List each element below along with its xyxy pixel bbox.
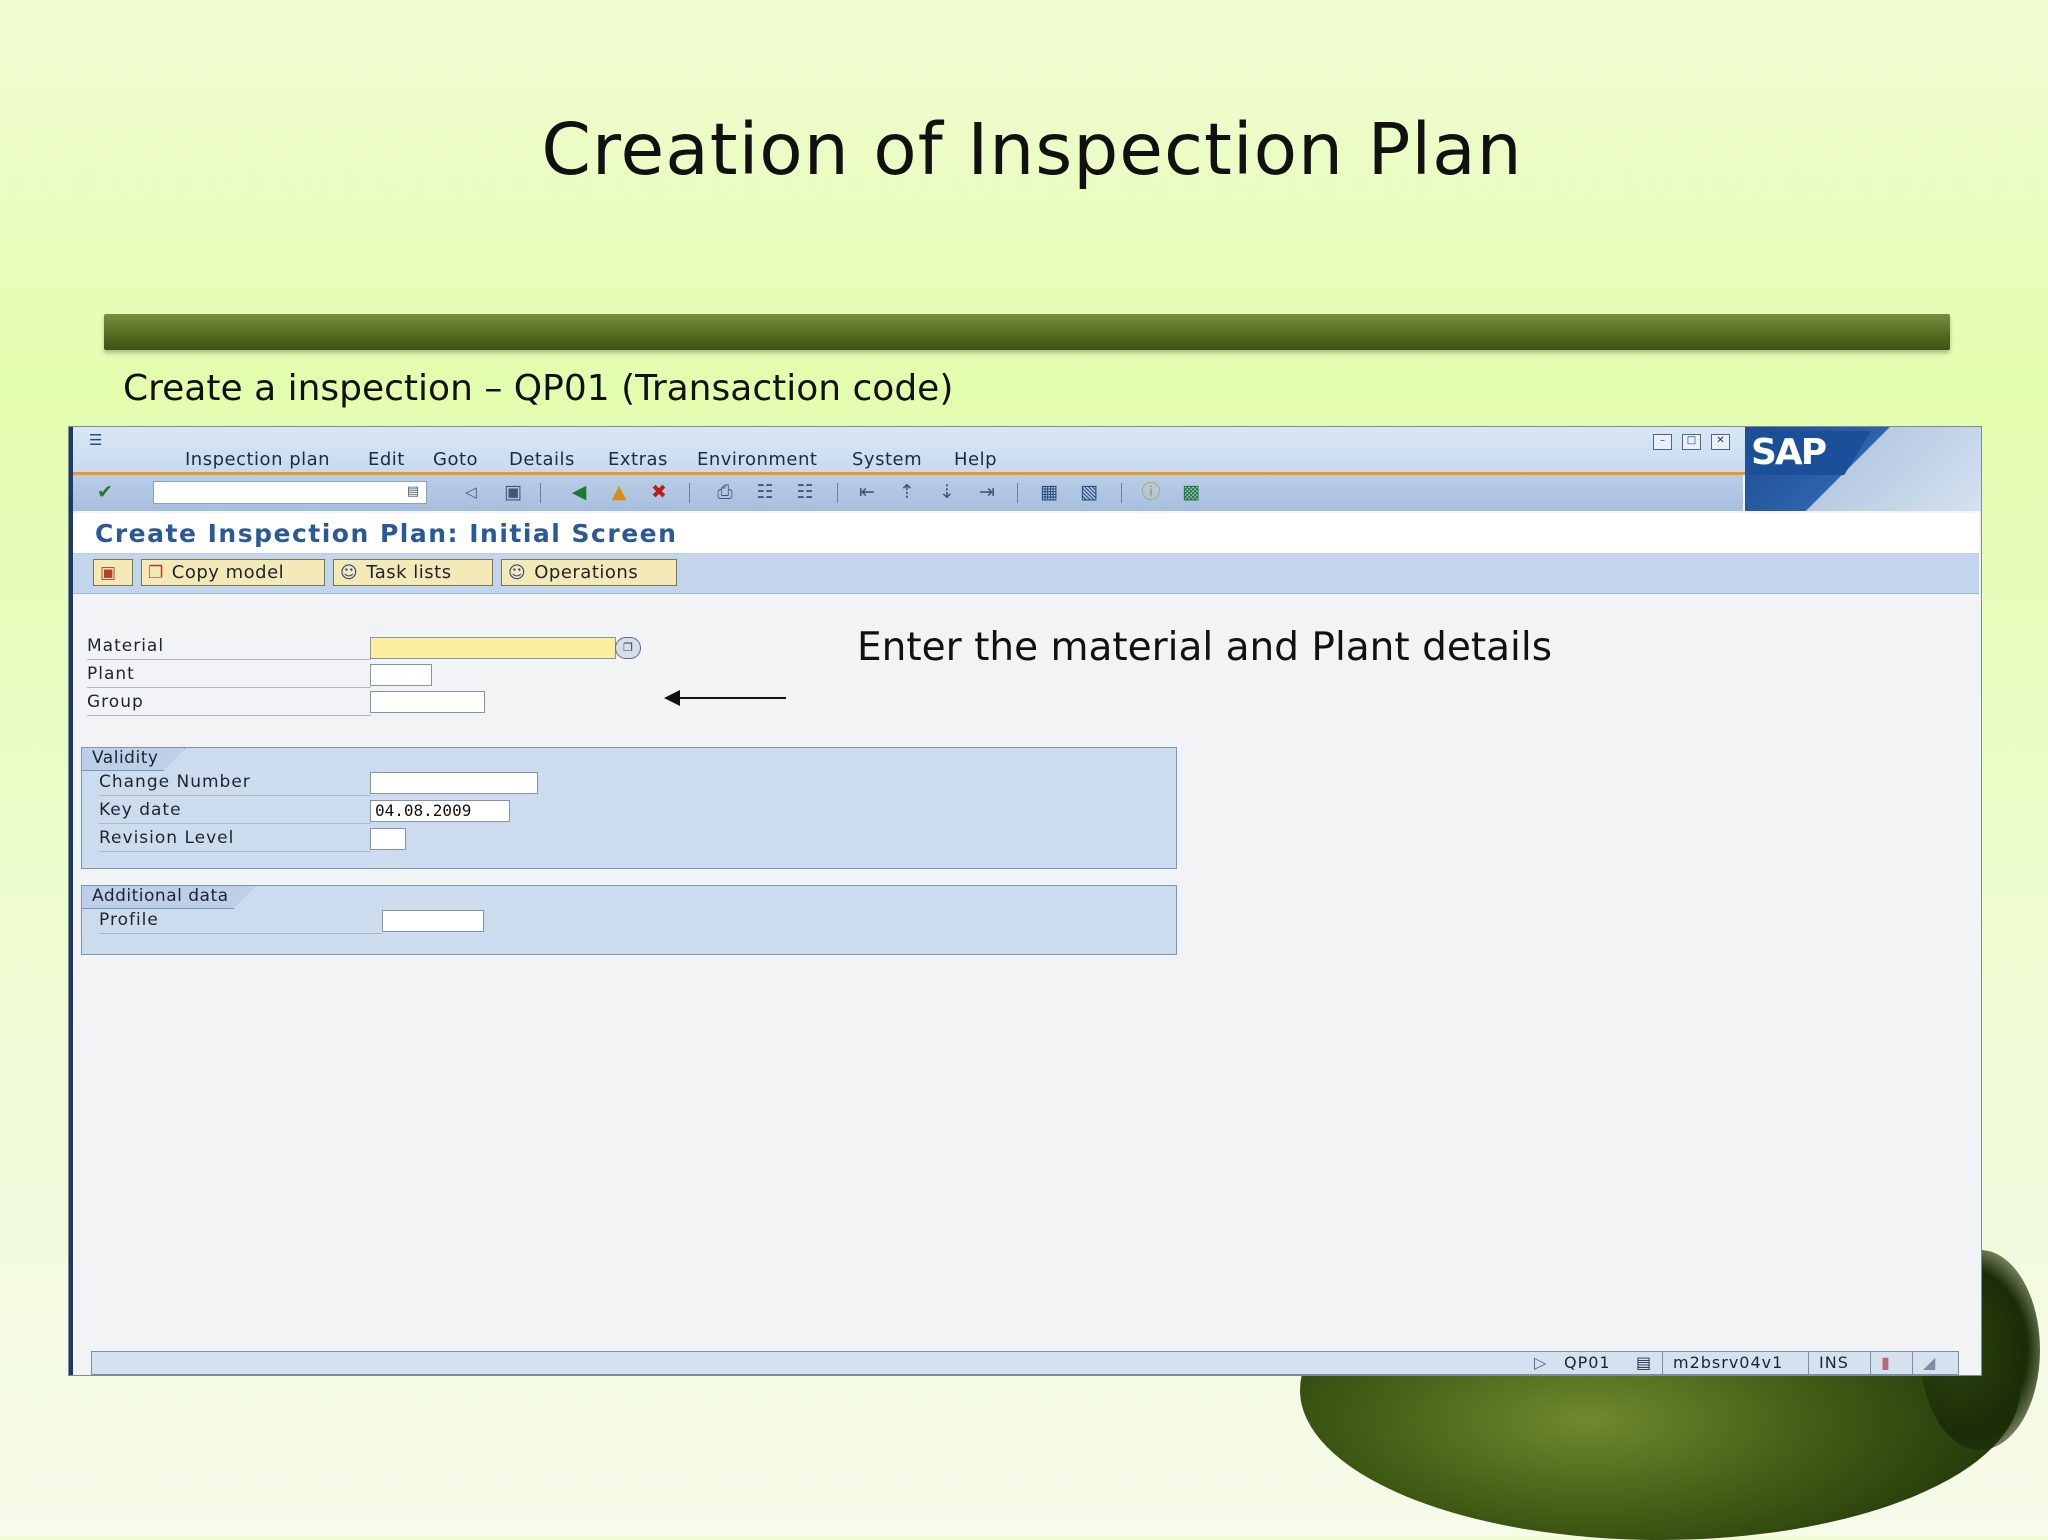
copy-icon: ❐ bbox=[148, 563, 164, 583]
header-icon: ▣ bbox=[100, 563, 117, 583]
status-transaction: QP01 bbox=[1564, 1353, 1611, 1372]
close-icon[interactable]: ✕ bbox=[1711, 434, 1730, 450]
maximize-icon[interactable]: □ bbox=[1682, 434, 1701, 450]
change-number-input[interactable] bbox=[370, 772, 538, 794]
status-list-icon[interactable]: ▤ bbox=[1626, 1352, 1658, 1374]
enter-check-icon[interactable]: ✔ bbox=[93, 481, 117, 503]
group-label: Group bbox=[87, 692, 371, 716]
previous-page-icon[interactable]: ⇡ bbox=[895, 481, 919, 503]
find-next-icon[interactable]: ☷ bbox=[793, 481, 817, 503]
save-icon[interactable]: ▣ bbox=[501, 481, 525, 503]
menu-system[interactable]: System bbox=[852, 449, 922, 470]
exit-icon[interactable]: ▲ bbox=[607, 481, 631, 503]
menu-environment[interactable]: Environment bbox=[697, 449, 817, 470]
status-lock-icon: ▮ bbox=[1870, 1352, 1910, 1374]
layout-menu-icon[interactable]: ▩ bbox=[1179, 481, 1203, 503]
slide-title: Creation of Inspection Plan bbox=[541, 108, 1523, 191]
title-divider-bar bbox=[104, 314, 1950, 350]
sap-window: ☰ Inspection plan Edit Goto Details Extr… bbox=[68, 426, 1982, 1376]
standard-toolbar: ✔ ▤ ◁ ▣ ◀ ▲ ✖ ⎙ ☷ ☷ ⇤ ⇡ ⇣ ⇥ ▦ ▧ ⓘ ▩ bbox=[73, 475, 1743, 511]
sap-logo: SAP bbox=[1749, 431, 1871, 475]
plant-label: Plant bbox=[87, 664, 371, 688]
operations-button[interactable]: ☺ Operations bbox=[501, 559, 677, 586]
screen-title-bar: Create Inspection Plan: Initial Screen bbox=[73, 513, 1979, 554]
operations-label: Operations bbox=[534, 562, 639, 583]
menu-edit[interactable]: Edit bbox=[368, 449, 405, 470]
key-date-input[interactable]: 04.08.2009 bbox=[370, 800, 510, 822]
menu-inspection-plan[interactable]: Inspection plan bbox=[185, 449, 330, 470]
validity-group-title: Validity bbox=[82, 748, 185, 771]
status-server: m2bsrv04v1 bbox=[1662, 1352, 1806, 1374]
create-session-icon[interactable]: ▦ bbox=[1037, 481, 1061, 503]
profile-label: Profile bbox=[99, 910, 383, 934]
material-label: Material bbox=[87, 636, 371, 660]
task-lists-icon: ☺ bbox=[340, 563, 359, 583]
resize-grip-icon[interactable]: ◢ bbox=[1912, 1352, 1958, 1374]
additional-data-group-title: Additional data bbox=[82, 886, 256, 909]
revision-level-input[interactable] bbox=[370, 828, 406, 850]
menu-details[interactable]: Details bbox=[509, 449, 575, 470]
sap-logo-panel: SAP bbox=[1745, 427, 1981, 511]
operations-icon: ☺ bbox=[508, 563, 527, 583]
profile-input[interactable] bbox=[382, 910, 484, 932]
status-bar: ▷ QP01 ▤ m2bsrv04v1 INS ▮ ◢ bbox=[91, 1351, 1959, 1375]
back-arrow-icon[interactable]: ◁ bbox=[459, 481, 483, 503]
menu-help[interactable]: Help bbox=[954, 449, 997, 470]
slide-subtitle: Create a inspection – QP01 (Transaction … bbox=[123, 368, 954, 409]
task-lists-label: Task lists bbox=[366, 562, 452, 583]
group-input[interactable] bbox=[370, 691, 485, 713]
minimize-icon[interactable]: – bbox=[1653, 434, 1672, 450]
screen-title: Create Inspection Plan: Initial Screen bbox=[95, 519, 678, 548]
plant-input[interactable] bbox=[370, 664, 432, 686]
back-icon[interactable]: ◀ bbox=[567, 481, 591, 503]
last-page-icon[interactable]: ⇥ bbox=[975, 481, 999, 503]
cancel-icon[interactable]: ✖ bbox=[647, 481, 671, 503]
application-toolbar: ▣ ❐ Copy model ☺ Task lists ☺ Operations bbox=[73, 554, 1979, 594]
menu-bar: ☰ Inspection plan Edit Goto Details Extr… bbox=[73, 427, 1979, 475]
annotation-text: Enter the material and Plant details bbox=[857, 625, 1553, 670]
menu-icon[interactable]: ☰ bbox=[89, 431, 115, 449]
key-date-label: Key date bbox=[99, 800, 371, 824]
next-page-icon[interactable]: ⇣ bbox=[935, 481, 959, 503]
command-field[interactable] bbox=[153, 481, 427, 504]
validity-group: Validity Change Number Key date 04.08.20… bbox=[81, 747, 1177, 869]
shortcut-icon[interactable]: ▧ bbox=[1077, 481, 1101, 503]
additional-data-group: Additional data Profile bbox=[81, 885, 1177, 955]
revision-level-label: Revision Level bbox=[99, 828, 371, 852]
command-history-icon[interactable]: ▤ bbox=[401, 481, 425, 503]
menu-extras[interactable]: Extras bbox=[608, 449, 668, 470]
header-button[interactable]: ▣ bbox=[93, 559, 133, 586]
print-icon[interactable]: ⎙ bbox=[713, 481, 737, 503]
first-page-icon[interactable]: ⇤ bbox=[855, 481, 879, 503]
copy-model-label: Copy model bbox=[171, 562, 285, 583]
status-mode: INS bbox=[1808, 1352, 1868, 1374]
find-icon[interactable]: ☷ bbox=[753, 481, 777, 503]
status-expand-icon[interactable]: ▷ bbox=[1524, 1352, 1554, 1374]
change-number-label: Change Number bbox=[99, 772, 371, 796]
material-input[interactable] bbox=[370, 637, 616, 659]
task-lists-button[interactable]: ☺ Task lists bbox=[333, 559, 493, 586]
value-help-icon[interactable]: ❐ bbox=[615, 637, 641, 659]
annotation-arrow bbox=[676, 697, 786, 699]
copy-model-button[interactable]: ❐ Copy model bbox=[141, 559, 325, 586]
menu-goto[interactable]: Goto bbox=[433, 449, 478, 470]
help-icon[interactable]: ⓘ bbox=[1139, 481, 1163, 503]
